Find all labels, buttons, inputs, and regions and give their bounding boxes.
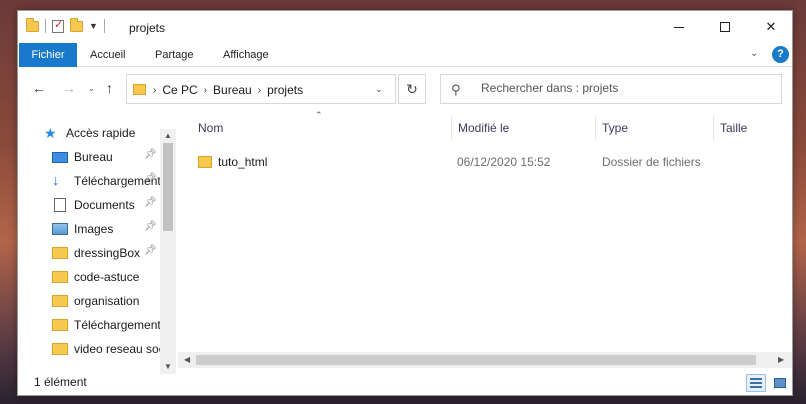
details-view-icon-line (750, 382, 762, 384)
minimize-icon (674, 26, 684, 28)
folder-icon (52, 343, 68, 355)
toolbar-divider (45, 19, 46, 33)
up-arrow-icon[interactable]: ↑ (106, 80, 113, 96)
scroll-left-icon[interactable]: ◀ (184, 355, 190, 364)
chevron-right-icon[interactable]: › (258, 85, 261, 96)
folder-icon (133, 84, 146, 95)
column-header-name[interactable]: Nom (192, 116, 223, 140)
details-view-button[interactable] (746, 374, 766, 392)
folder-icon (26, 17, 39, 32)
help-icon[interactable]: ? (772, 46, 789, 63)
recent-locations-icon[interactable]: ⌄ (88, 84, 95, 93)
forward-arrow-icon[interactable]: → (62, 80, 76, 96)
back-arrow-icon[interactable]: ← (32, 80, 46, 96)
pin-icon[interactable]: 📌︎ (144, 173, 157, 184)
title-bar: ▼ projets ✕ (18, 11, 792, 43)
chevron-down-icon[interactable]: ⌄ (375, 84, 383, 95)
breadcrumb-ce-pc[interactable]: Ce PC (162, 83, 197, 97)
tab-partage[interactable]: Partage (143, 43, 206, 67)
search-input[interactable] (481, 81, 771, 95)
pin-icon[interactable]: 📌︎ (144, 221, 157, 232)
new-folder-icon[interactable] (70, 17, 83, 32)
sidebar-item-label: Accès rapide (66, 126, 136, 140)
customize-toolbar-icon[interactable]: ▼ (89, 21, 98, 31)
details-view-icon (750, 378, 762, 380)
sidebar-item-label: organisation (74, 294, 140, 308)
ribbon-tabs: Fichier Accueil Partage Affichage ⌄ ? (18, 43, 792, 67)
item-count: 1 élément (34, 375, 87, 389)
expand-ribbon-icon[interactable]: ⌄ (750, 48, 758, 59)
star-icon: ★ (44, 125, 57, 141)
status-bar: 1 élément (18, 369, 792, 395)
tab-fichier[interactable]: Fichier (19, 43, 77, 67)
scroll-right-icon[interactable]: ▶ (778, 355, 784, 364)
folder-icon (52, 271, 68, 283)
sidebar-item-label: video reseau soc (74, 342, 160, 356)
quick-access-toolbar: ▼ (26, 17, 105, 33)
close-icon: ✕ (765, 19, 777, 34)
sidebar-item-label: Documents (74, 198, 135, 212)
document-icon (54, 198, 66, 212)
explorer-window: ▼ projets ✕ Fichier Accueil Partage Affi… (17, 10, 793, 396)
details-view-icon-line (750, 386, 762, 388)
folder-icon (198, 156, 212, 168)
desktop-icon (52, 151, 68, 163)
scrollbar-thumb[interactable] (163, 143, 173, 231)
breadcrumb-projets[interactable]: projets (267, 83, 303, 97)
tab-accueil[interactable]: Accueil (78, 43, 137, 67)
folder-icon (52, 247, 68, 259)
maximize-button[interactable] (702, 11, 748, 43)
minimize-button[interactable] (656, 11, 702, 43)
navigation-pane: ★ Accès rapide Bureau 📌︎ ↓ Téléchargemen… (18, 119, 175, 369)
address-bar[interactable]: › Ce PC › Bureau › projets ⌄ (126, 74, 396, 104)
image-icon (52, 223, 68, 235)
tab-affichage[interactable]: Affichage (211, 43, 281, 67)
column-header-modified[interactable]: Modifié le (451, 116, 509, 140)
sidebar-item-code-astuce[interactable]: code-astuce (52, 265, 175, 289)
file-type: Dossier de fichiers (602, 155, 701, 169)
table-row[interactable]: tuto_html 06/12/2020 15:52 Dossier de fi… (192, 151, 752, 173)
sidebar-item-label: code-astuce (74, 270, 140, 284)
search-icon: ⚲ (451, 82, 461, 97)
download-icon: ↓ (52, 172, 60, 189)
column-header-type[interactable]: Type (595, 116, 628, 140)
file-name: tuto_html (218, 155, 268, 169)
toolbar-divider (103, 19, 105, 33)
sidebar-item-label: dressingBox (74, 246, 141, 260)
sidebar-item-video-reseau-soc[interactable]: video reseau soc (52, 337, 160, 361)
sidebar-item-quick-access[interactable]: ★ Accès rapide (44, 121, 175, 145)
sidebar-item-telechargement[interactable]: Téléchargement (52, 313, 160, 337)
chevron-right-icon[interactable]: › (153, 85, 156, 96)
sidebar-scrollbar[interactable]: ▲ ▼ (160, 129, 176, 374)
pin-icon[interactable]: 📌︎ (144, 245, 157, 256)
pin-icon[interactable]: 📌︎ (144, 197, 157, 208)
refresh-button[interactable]: ↻ (398, 74, 426, 104)
content-scrollbar[interactable]: ◀ ▶ (178, 352, 792, 368)
large-icons-view-icon (774, 378, 786, 388)
search-box[interactable]: ⚲ (440, 74, 782, 104)
navigation-bar: ← → ⌄ ↑ › Ce PC › Bureau › projets ⌄ ↻ ⚲ (18, 68, 792, 108)
scrollbar-thumb[interactable] (196, 355, 756, 365)
breadcrumb: › Ce PC › Bureau › projets (153, 83, 303, 97)
column-header-size[interactable]: Taille (713, 116, 747, 140)
file-list: ⌃ Nom Modifié le Type Taille tuto_html 0… (178, 108, 792, 370)
sort-ascending-icon: ⌃ (315, 110, 323, 120)
file-modified: 06/12/2020 15:52 (457, 155, 551, 169)
refresh-icon: ↻ (406, 81, 418, 97)
close-button[interactable]: ✕ (748, 11, 794, 43)
breadcrumb-bureau[interactable]: Bureau (213, 83, 252, 97)
folder-icon (52, 319, 68, 331)
large-icons-view-button[interactable] (770, 374, 790, 392)
scroll-up-icon[interactable]: ▲ (164, 131, 172, 140)
maximize-icon (720, 22, 730, 32)
sidebar-item-label: Images (74, 222, 114, 236)
pin-icon[interactable]: 📌︎ (144, 149, 157, 160)
sidebar-item-label: Téléchargement (74, 318, 160, 332)
sidebar-item-label: Bureau (74, 150, 113, 164)
chevron-right-icon[interactable]: › (204, 85, 207, 96)
sidebar-item-organisation[interactable]: organisation (52, 289, 175, 313)
properties-icon[interactable] (52, 18, 64, 33)
folder-icon (52, 295, 68, 307)
window-title: projets (129, 21, 166, 35)
